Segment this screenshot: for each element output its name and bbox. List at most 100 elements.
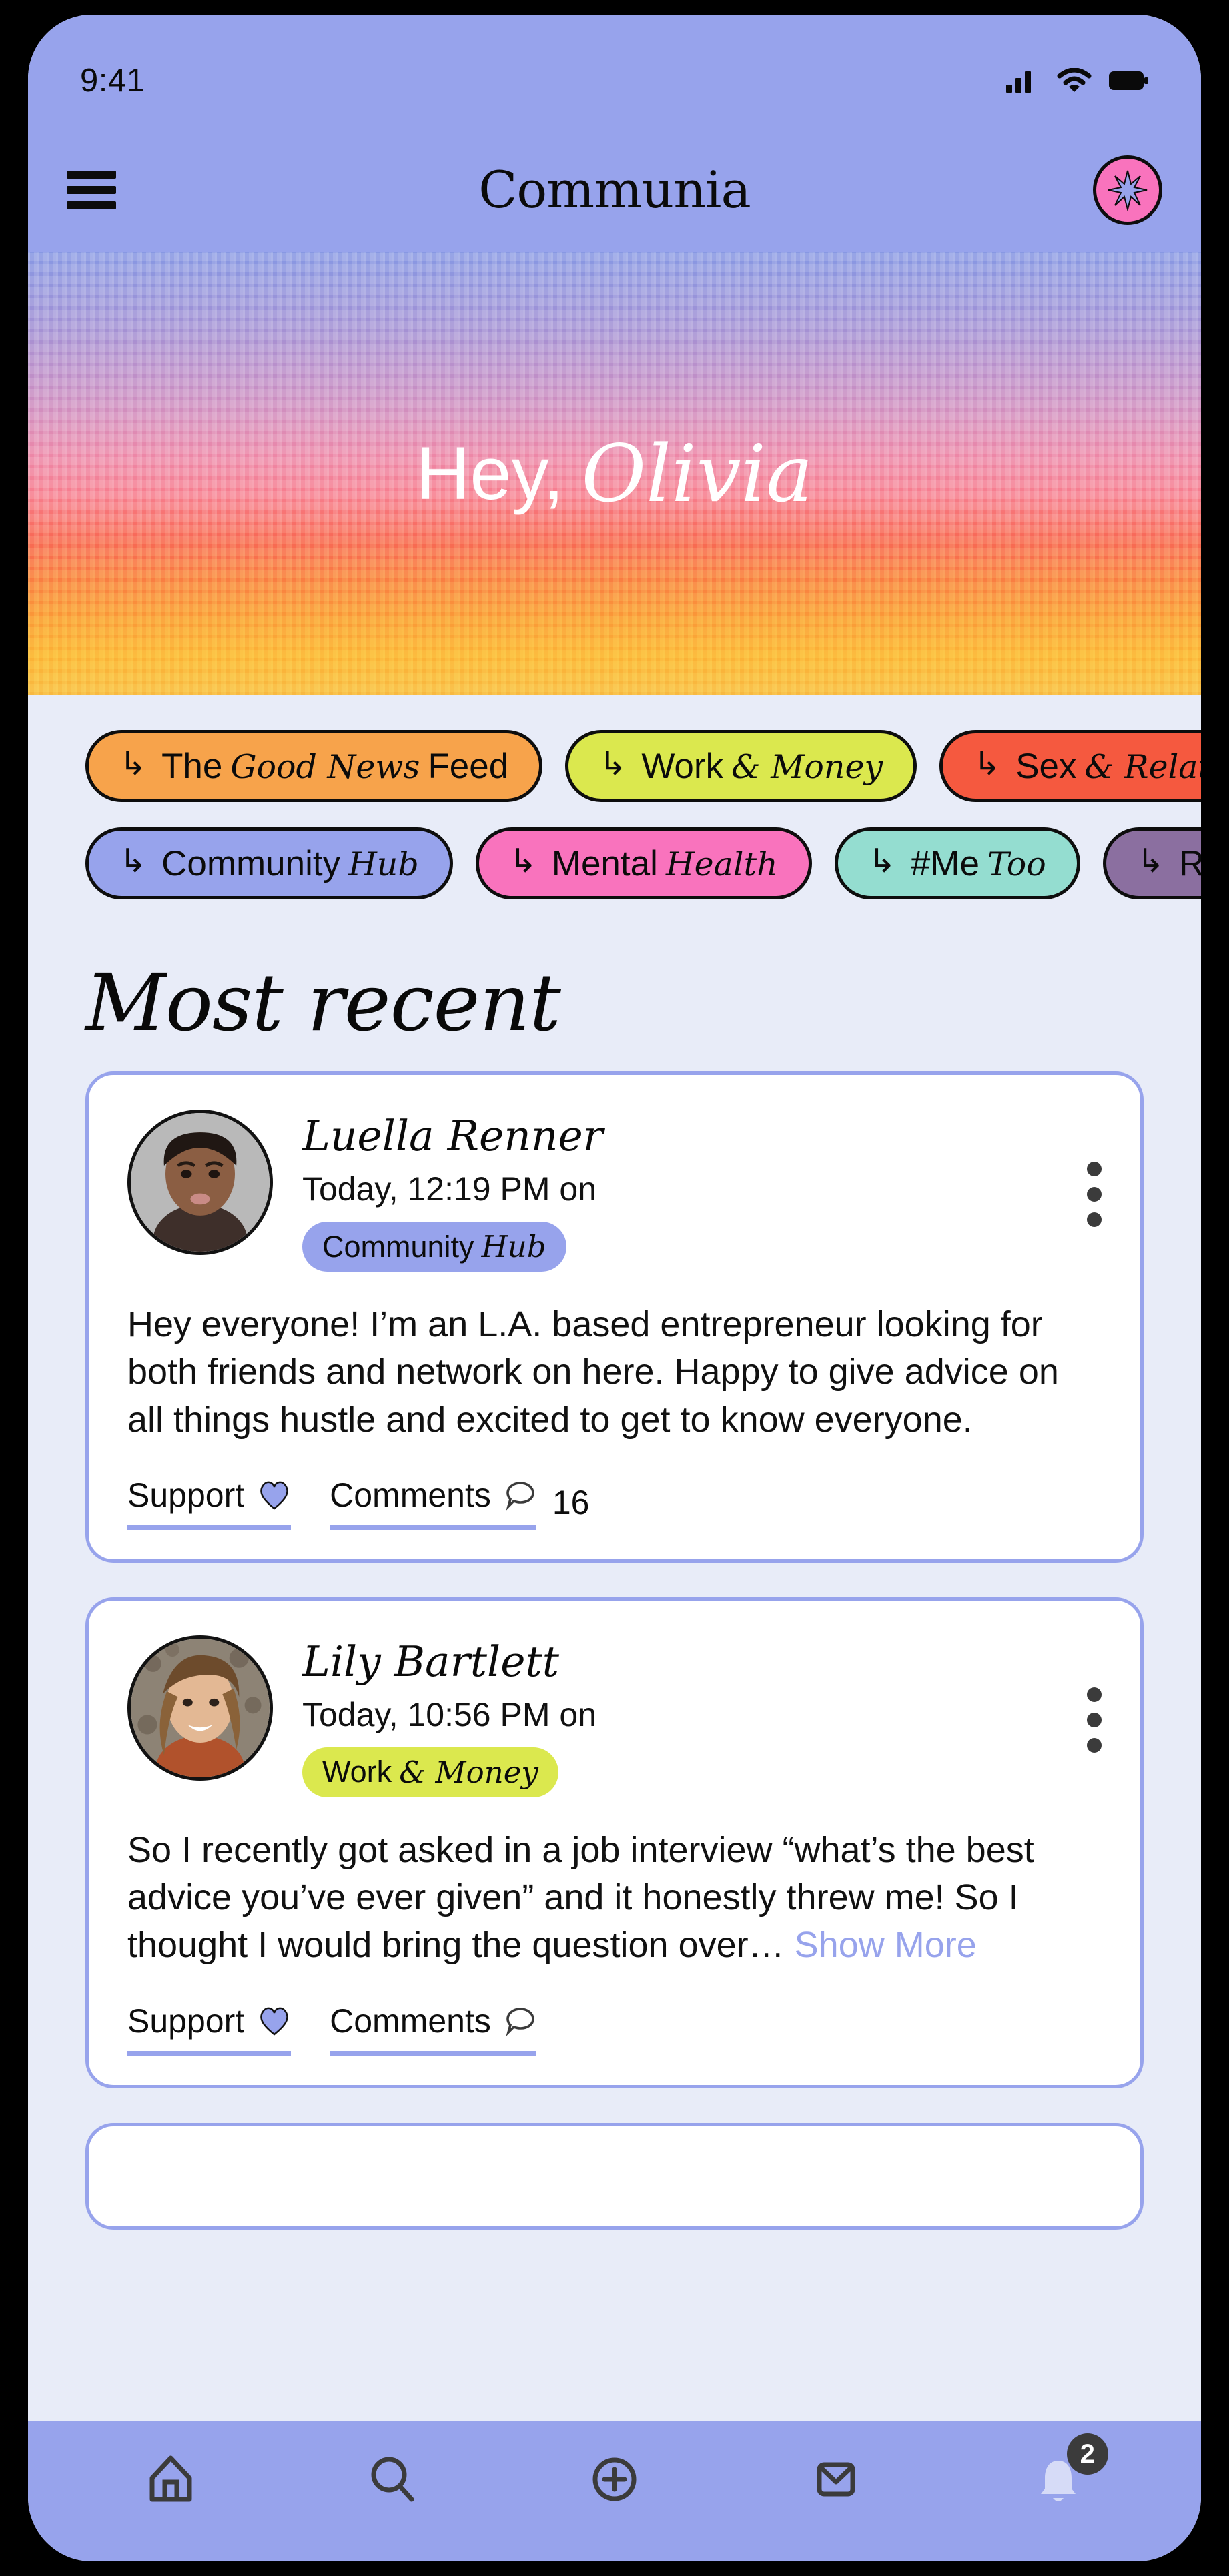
category-label-suffix: Feed [428,746,509,786]
corner-down-right-arrow-icon: ↳ [599,745,627,782]
comments-button[interactable]: Comments [330,2002,552,2056]
category-pill[interactable]: ↳ #Me Too [834,827,1080,899]
post-header: Luella Renner Today, 12:19 PM on Community… [127,1110,1102,1272]
page-title: Communia [478,160,751,220]
more-vertical-icon[interactable] [1087,1687,1102,1753]
post-action-row: Support Comments [127,2002,1102,2056]
status-bar-clock: 9:41 [80,63,145,99]
heart-icon [260,1481,288,1510]
comments-count: 16 [552,1484,590,1522]
post-author-name[interactable]: Lily Bartlett [302,1639,1102,1685]
category-label-main: The [161,746,223,786]
post-category-badge[interactable]: Community Hub [302,1222,566,1272]
category-label-main: #Me [910,843,979,883]
nav-search-button[interactable] [356,2443,430,2516]
category-pill[interactable]: ↳ The Good News Feed [85,730,543,802]
corner-down-right-arrow-icon: ↳ [509,843,537,879]
category-label-italic: & Money [731,747,883,786]
support-label: Support [127,2002,245,2040]
category-pill-area: ↳ The Good News Feed ↳ Work & Money ↳ Sex & Relat… [28,695,1201,931]
nav-notifications-button[interactable]: 2 [1021,2433,1108,2516]
user-avatar-photo[interactable] [127,1635,273,1781]
post-card-partial[interactable] [85,2122,1144,2230]
speech-bubble-icon [506,1482,534,1511]
category-pill[interactable]: ↳ Sex & Relat [939,730,1201,802]
nav-messages-button[interactable] [799,2443,873,2516]
post-body-copy: Hey everyone! I’m an L.A. based entrepre… [127,1304,1059,1440]
signal-icon [1006,71,1031,93]
heart-icon [260,2007,288,2036]
nav-home-button[interactable] [134,2443,208,2516]
badge-label-main: Community [322,1229,474,1264]
sparkle-star-icon [1108,170,1148,211]
show-more-link[interactable]: Show More [795,1925,977,1965]
corner-down-right-arrow-icon: ↳ [868,843,896,879]
post-card[interactable]: Lily Bartlett Today, 10:56 PM on Work & Mon… [85,1597,1144,2088]
speech-bubble-icon [506,2007,534,2036]
category-pill[interactable]: ↳ Work & Money [565,730,917,802]
badge-label-italic: Hub [481,1229,546,1265]
more-vertical-icon[interactable] [1087,1162,1102,1227]
category-label-main: R [1178,843,1201,883]
post-category-badge[interactable]: Work & Money [302,1747,558,1797]
support-button[interactable]: Support [127,2002,292,2056]
badge-label-italic: & Money [399,1754,538,1790]
category-pill-label: Mental Health [552,843,778,884]
greeting-text: Hey, [416,432,564,515]
hamburger-menu-icon[interactable] [67,170,116,209]
corner-down-right-arrow-icon: ↳ [1136,843,1164,879]
corner-down-right-arrow-icon: ↳ [973,745,1001,782]
status-bar: 9:41 [28,15,1201,128]
status-bar-icons [1006,68,1149,93]
category-label-italic: Hub [348,845,419,883]
search-icon [371,2457,414,2502]
post-feed: Luella Renner Today, 12:19 PM on Community… [28,1071,1201,2421]
comments-button[interactable]: Comments 16 [330,1476,589,1530]
mail-envelope-icon [817,2462,855,2497]
support-label: Support [127,1476,245,1514]
phone-frame: 9:41 Communia Hey, Olivia ↳ The Good New… [0,0,1229,2576]
badge-label-main: Work [322,1755,392,1789]
battery-icon [1109,71,1148,90]
post-timestamp: Today, 12:19 PM on [302,1170,597,1208]
user-avatar-photo[interactable] [127,1110,273,1255]
category-row-2: ↳ Community Hub ↳ Mental Health ↳ #Me Too ↳ R [28,827,1201,899]
post-action-row: Support Comments 16 [127,1476,1102,1530]
category-pill-label: R [1179,843,1201,884]
support-button[interactable]: Support [127,1476,292,1530]
comments-label: Comments [330,2002,491,2040]
post-meta: Lily Bartlett Today, 10:56 PM on Work & Mon… [302,1635,1102,1797]
corner-down-right-arrow-icon: ↳ [119,745,147,782]
category-pill[interactable]: ↳ Mental Health [475,827,812,899]
hero-banner: Hey, Olivia [28,252,1201,695]
category-label-italic: Health [665,845,778,883]
wifi-icon [1057,68,1092,92]
corner-down-right-arrow-icon: ↳ [119,843,147,879]
app-screen: 9:41 Communia Hey, Olivia ↳ The Good New… [28,15,1201,2561]
category-label-italic: Too [987,845,1046,883]
nav-create-post-button[interactable] [578,2443,651,2516]
category-pill[interactable]: ↳ R [1102,827,1201,899]
category-pill-label: The Good News Feed [161,746,508,787]
hero-greeting: Hey, Olivia [28,252,1201,695]
post-card[interactable]: Luella Renner Today, 12:19 PM on Community… [85,1071,1144,1563]
post-meta: Luella Renner Today, 12:19 PM on Community… [302,1110,1102,1272]
home-icon [149,2455,192,2502]
add-plus-icon [592,2457,637,2501]
category-row-1: ↳ The Good News Feed ↳ Work & Money ↳ Sex & Relat [28,730,1201,802]
post-timestamp: Today, 10:56 PM on [302,1695,597,1733]
post-body-text: Hey everyone! I’m an L.A. based entrepre… [127,1301,1102,1444]
section-heading: Most recent [85,957,561,1049]
avatar[interactable] [1093,155,1162,225]
category-label-italic: & Relat [1084,747,1201,786]
category-pill-label: Sex & Relat [1015,746,1201,787]
category-label-italic: Good News [230,747,420,786]
category-label-main: Sex [1015,746,1077,786]
category-label-main: Mental [551,843,658,883]
category-label-main: Community [161,843,341,883]
comments-label: Comments [330,1476,491,1514]
post-header: Lily Bartlett Today, 10:56 PM on Work & Mon… [127,1635,1102,1797]
post-author-name[interactable]: Luella Renner [302,1113,1102,1159]
category-pill[interactable]: ↳ Community Hub [85,827,453,899]
app-header: Communia [28,128,1201,252]
